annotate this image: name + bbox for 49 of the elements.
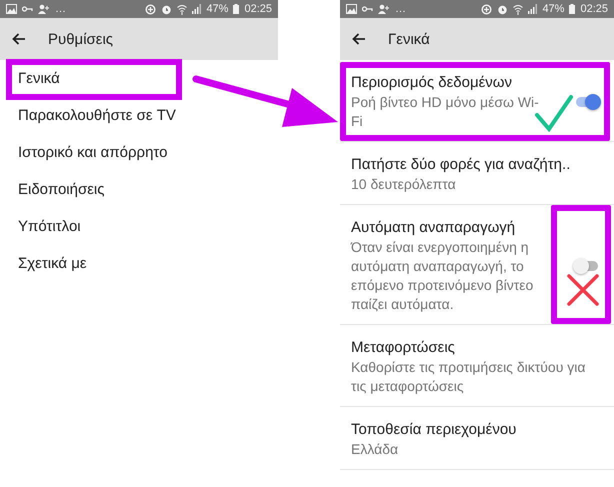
settings-row[interactable]: Πατήστε δύο φορές για αναζήτη.. 10 δευτερόλεπτα — [340, 142, 614, 205]
data-saver-icon — [481, 4, 492, 14]
setting-title: Περιορισμός δεδομένων — [351, 73, 514, 93]
settings-row[interactable]: Περιορισμός δεδομένων Ροή βίντεο HD μόνο μέσω Wi-Fi — [340, 60, 614, 142]
key-icon — [362, 6, 373, 12]
data-saver-icon — [145, 4, 156, 14]
clock: 02:25 — [244, 3, 272, 15]
menu-item[interactable]: Γενικά — [0, 60, 278, 97]
more-notifications: … — [55, 3, 66, 15]
setting-title: Αυτόματη αναπαραγωγή — [351, 218, 516, 238]
alarm-icon — [161, 4, 172, 14]
battery-percentage: 47% — [542, 3, 564, 15]
signal-icon — [192, 4, 202, 14]
screen-title: Ρυθμίσεις — [48, 30, 114, 48]
settings-row[interactable]: Τοποθεσία περιεχομένου Ελλάδα — [340, 407, 614, 470]
menu-item[interactable]: Ειδοποιήσεις — [0, 171, 278, 208]
setting-description: Ελλάδα — [351, 440, 400, 459]
battery-percentage: 47% — [206, 3, 228, 15]
setting-description: Ροή βίντεο HD μόνο μέσω Wi-Fi — [351, 93, 540, 131]
wifi-icon — [513, 4, 524, 14]
battery-icon — [569, 4, 576, 14]
toggle-switch[interactable] — [576, 260, 598, 270]
setting-description: Όταν είναι ενεργοποιημένη η αυτόματη αναπαραγωγή, το επόμενο προτεινόμενο βίντεο παίζει αυτόματα. — [351, 238, 534, 314]
alarm-icon — [497, 4, 508, 14]
setting-title: Πατήστε δύο φορές για αναζήτη.. — [351, 155, 572, 175]
back-arrow-icon[interactable] — [352, 33, 366, 45]
settings-row[interactable]: Αυτόματη αναπαραγωγή Όταν είναι ενεργοποιημένη η αυτόματη αναπαραγωγή, το επόμενο προτεινόμενο βίντεο παίζει αυτόματα. — [340, 205, 614, 325]
signal-icon — [528, 4, 538, 14]
toggle-switch[interactable] — [576, 96, 598, 106]
battery-icon — [233, 4, 240, 14]
image-icon — [6, 4, 17, 14]
settings-row[interactable]: Μεταφορτώσεις Καθορίστε τις προτιμήσεις δικτύου για τις μεταφορτώσεις — [340, 325, 614, 407]
person-add-icon — [38, 4, 50, 14]
wifi-icon — [177, 4, 188, 14]
image-icon — [346, 4, 357, 14]
menu-item[interactable]: Παρακολουθήστε σε TV — [0, 97, 278, 134]
setting-title: Μεταφορτώσεις — [351, 338, 456, 358]
menu-item[interactable]: Σχετικά με — [0, 245, 278, 282]
menu-item[interactable]: Υπότιτλοι — [0, 208, 278, 245]
menu-item[interactable]: Ιστορικό και απόρρητο — [0, 134, 278, 171]
more-notifications: … — [395, 3, 406, 15]
setting-description: Καθορίστε τις προτιμήσεις δικτύου για τις μεταφορτώσεις — [351, 358, 586, 396]
setting-description: 10 δευτερόλεπτα — [351, 175, 457, 194]
screen-title: Γενικά — [388, 30, 430, 48]
back-arrow-icon[interactable] — [12, 33, 26, 45]
key-icon — [22, 6, 33, 12]
person-add-icon — [378, 4, 390, 14]
setting-title: Τοποθεσία περιεχομένου — [351, 420, 518, 440]
clock: 02:25 — [580, 3, 608, 15]
